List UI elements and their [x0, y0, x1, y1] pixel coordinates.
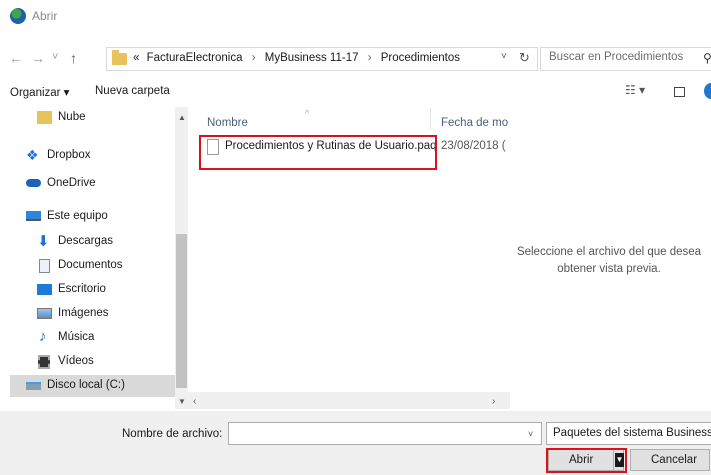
file-date: 23/08/2018 (: [441, 140, 506, 152]
breadcrumb-overflow[interactable]: «: [133, 52, 139, 64]
cancel-button-label: Cancelar: [651, 454, 698, 466]
breadcrumb-mybusiness[interactable]: MyBusiness 11-17: [265, 52, 359, 64]
breadcrumb: « FacturaElectronica › MyBusiness 11-17 …: [133, 52, 460, 64]
search-box[interactable]: ⚲: [540, 47, 711, 71]
sidebar-item-label: Imágenes: [58, 307, 109, 319]
onedrive-icon: [26, 179, 41, 187]
sidebar-item-videos[interactable]: Vídeos: [10, 351, 175, 373]
chevron-down-icon[interactable]: ˅: [528, 429, 533, 439]
sidebar-item-label: OneDrive: [47, 177, 96, 189]
sidebar-item-label: Disco local (C:): [47, 379, 125, 391]
sidebar-item-disco-local[interactable]: Disco local (C:): [10, 375, 175, 397]
sidebar-item-escritorio[interactable]: Escritorio: [10, 279, 175, 301]
breadcrumb-separator[interactable]: ›: [252, 52, 256, 64]
change-view-button[interactable]: ☷ ▾: [625, 83, 645, 97]
sidebar-item-musica[interactable]: ♪ Música: [10, 327, 175, 349]
sidebar-item-label: Nube: [58, 111, 86, 123]
sort-ascending-icon: ^: [305, 108, 310, 118]
documents-icon: [39, 259, 50, 273]
scroll-down-icon[interactable]: ▼: [178, 397, 186, 406]
title-bar: Abrir: [0, 0, 711, 32]
sidebar-item-label: Dropbox: [47, 149, 91, 161]
pictures-icon: [37, 308, 52, 319]
command-bar: Organizar ▾ Nueva carpeta ☷ ▾: [0, 80, 711, 104]
column-header-name[interactable]: Nombre: [207, 117, 248, 129]
sidebar-item-label: Vídeos: [58, 355, 94, 367]
column-divider[interactable]: [430, 108, 431, 130]
recent-locations-button[interactable]: ˅: [52, 49, 58, 65]
filename-input[interactable]: [228, 422, 542, 445]
desktop-icon: [37, 284, 52, 295]
preview-pane-icon[interactable]: [674, 87, 685, 97]
computer-icon: [26, 211, 41, 221]
back-button[interactable]: ←: [9, 50, 23, 66]
sidebar-item-label: Descargas: [58, 235, 113, 247]
cancel-button[interactable]: Cancelar: [630, 449, 710, 471]
column-header-date[interactable]: Fecha de mo: [441, 117, 511, 129]
file-type-select[interactable]: Paquetes del sistema Business ˅: [546, 422, 711, 445]
highlight-box: [546, 448, 627, 473]
sidebar-item-label: Escritorio: [58, 283, 106, 295]
sidebar-item-label: Este equipo: [47, 210, 108, 222]
navigation-scrollbar-thumb[interactable]: [176, 234, 187, 388]
breadcrumb-facturaelectronica[interactable]: FacturaElectronica: [147, 52, 243, 64]
file-list-horizontal-scrollbar[interactable]: [188, 392, 510, 409]
preview-pane-message: Seleccione el archivo del que desea obte…: [516, 246, 702, 275]
highlight-box: [199, 135, 437, 170]
address-bar[interactable]: « FacturaElectronica › MyBusiness 11-17 …: [106, 47, 538, 71]
new-folder-button[interactable]: Nueva carpeta: [95, 85, 170, 97]
filename-label: Nombre de archivo:: [122, 428, 223, 440]
scroll-left-icon[interactable]: ‹: [193, 396, 196, 407]
folder-icon: [112, 50, 127, 65]
scroll-right-icon[interactable]: ›: [492, 396, 495, 407]
sidebar-item-descargas[interactable]: ⬇ Descargas: [10, 231, 175, 253]
help-icon[interactable]: [704, 83, 711, 99]
dropbox-icon: ❖: [26, 147, 39, 163]
sidebar-item-dropbox[interactable]: ❖ Dropbox: [10, 145, 175, 167]
sidebar-item-onedrive[interactable]: OneDrive: [10, 173, 175, 195]
navigation-pane[interactable]: Nube ❖ Dropbox OneDrive Este equipo ⬇ De…: [10, 107, 175, 409]
drive-icon: [26, 382, 41, 390]
music-icon: ♪: [39, 328, 47, 345]
sidebar-item-documentos[interactable]: Documentos: [10, 255, 175, 277]
organize-button[interactable]: Organizar ▾: [10, 85, 69, 99]
breadcrumb-separator[interactable]: ›: [368, 52, 372, 64]
sidebar-item-imagenes[interactable]: Imágenes: [10, 303, 175, 325]
sidebar-item-label: Documentos: [58, 259, 123, 271]
refresh-icon[interactable]: ↻: [519, 50, 530, 66]
up-button[interactable]: ↑: [70, 50, 77, 66]
videos-icon: [38, 355, 50, 369]
breadcrumb-procedimientos[interactable]: Procedimientos: [381, 52, 460, 64]
app-icon: [10, 8, 26, 24]
address-dropdown-button[interactable]: ˅: [501, 51, 507, 62]
sidebar-item-label: Música: [58, 331, 95, 343]
window-title: Abrir: [32, 9, 58, 23]
download-icon: ⬇: [37, 233, 50, 250]
file-type-value: Paquetes del sistema Business: [553, 427, 711, 439]
scroll-up-icon[interactable]: ▲: [178, 113, 186, 122]
sidebar-item-este-equipo[interactable]: Este equipo: [10, 206, 175, 228]
folder-icon: [37, 111, 52, 124]
search-input[interactable]: [549, 51, 699, 63]
forward-button[interactable]: →: [31, 50, 45, 66]
search-icon[interactable]: ⚲: [703, 51, 711, 65]
sidebar-item-nube[interactable]: Nube: [10, 107, 175, 129]
